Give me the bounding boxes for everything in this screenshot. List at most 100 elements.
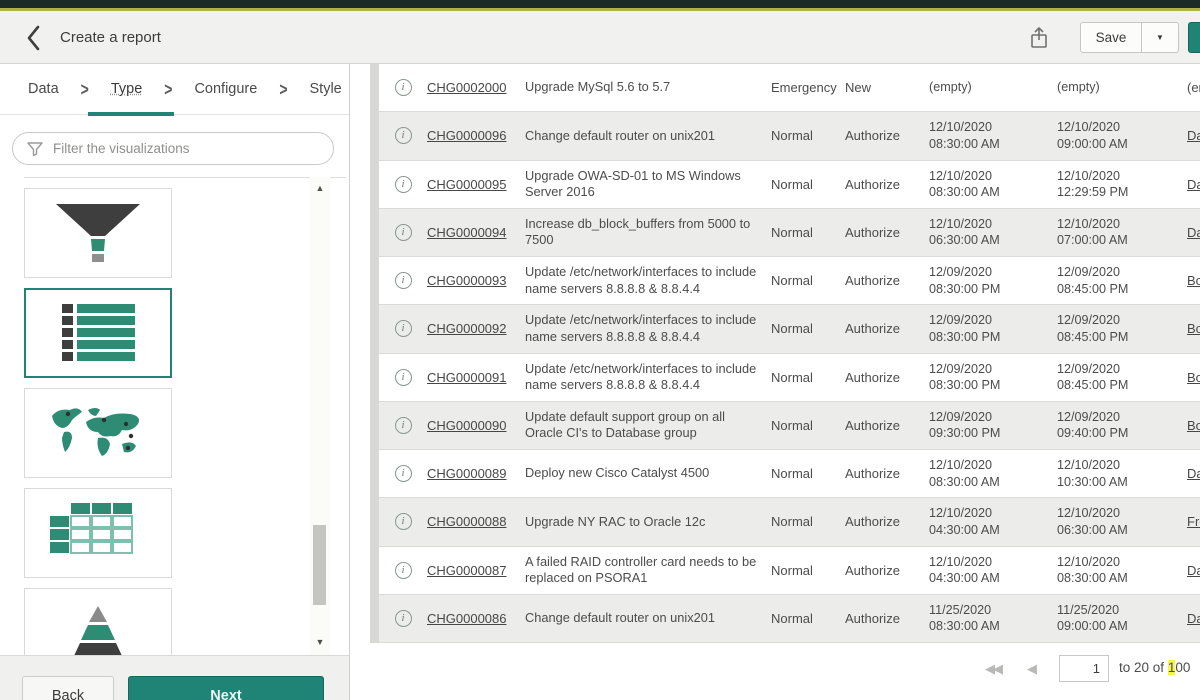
change-number-link[interactable]: CHG0000089: [427, 466, 525, 481]
info-icon[interactable]: i: [395, 320, 412, 337]
start-date-cell: 12/10/2020 08:30:00 AM: [929, 119, 1057, 152]
info-icon[interactable]: i: [395, 176, 412, 193]
viz-thumbnail-table[interactable]: [24, 488, 172, 578]
short-description-cell: Deploy new Cisco Catalyst 4500: [525, 465, 771, 482]
short-description-cell: Update /etc/network/interfaces to includ…: [525, 264, 771, 297]
row-info-cell: i: [379, 224, 427, 241]
create-report-window: Create a report Save ▼ Data > Type > Con…: [0, 0, 1200, 700]
info-icon[interactable]: i: [395, 224, 412, 241]
assigned-to-link[interactable]: Dav: [1187, 225, 1200, 240]
short-description-cell: Update /etc/network/interfaces to includ…: [525, 312, 771, 345]
info-icon[interactable]: i: [395, 417, 412, 434]
back-button[interactable]: Back: [22, 676, 114, 700]
info-icon[interactable]: i: [395, 610, 412, 627]
start-date-cell: 12/10/2020 04:30:00 AM: [929, 554, 1057, 587]
report-preview-area: i CHG0002000 Upgrade MySql 5.6 to 5.7 Em…: [351, 64, 1200, 700]
table-row: i CHG0000092 Update /etc/network/interfa…: [379, 305, 1200, 353]
row-info-cell: i: [379, 369, 427, 386]
short-description-cell: Upgrade NY RAC to Oracle 12c: [525, 514, 771, 531]
share-button[interactable]: [1026, 24, 1052, 52]
table-row: i CHG0000090 Update default support grou…: [379, 402, 1200, 450]
pagination-bar: ◀◀ ◀ to 20 of 100: [351, 643, 1200, 700]
breadcrumb-chevron-icon: >: [279, 78, 287, 100]
assigned-to-link[interactable]: Dav: [1187, 611, 1200, 626]
assigned-to-link[interactable]: Dav: [1187, 563, 1200, 578]
gallery-scrollbar-thumb[interactable]: [313, 525, 326, 605]
back-chevron-button[interactable]: [20, 24, 46, 52]
previous-page-icon[interactable]: ◀: [1027, 661, 1037, 677]
change-number-link[interactable]: CHG0000087: [427, 563, 525, 578]
change-number-link[interactable]: CHG0002000: [427, 80, 525, 95]
scroll-down-arrow-icon[interactable]: ▼: [310, 633, 330, 651]
assigned-to-link[interactable]: Bow: [1187, 321, 1200, 336]
change-number-link[interactable]: CHG0000088: [427, 514, 525, 529]
type-cell: Emergency: [771, 80, 845, 95]
visualization-list: [24, 188, 172, 688]
viz-thumbnail-list[interactable]: [24, 288, 172, 378]
short-description-cell: Update default support group on all Orac…: [525, 409, 771, 442]
assigned-to-link[interactable]: Dav: [1187, 128, 1200, 143]
info-icon[interactable]: i: [395, 369, 412, 386]
row-info-cell: i: [379, 127, 427, 144]
breadcrumb-step-data[interactable]: Data: [28, 81, 59, 97]
end-date-cell: 12/09/2020 09:40:00 PM: [1057, 409, 1187, 442]
info-icon[interactable]: i: [395, 562, 412, 579]
change-number-link[interactable]: CHG0000091: [427, 370, 525, 385]
type-cell: Normal: [771, 273, 845, 288]
assigned-to-link[interactable]: Dav: [1187, 177, 1200, 192]
change-number-link[interactable]: CHG0000093: [427, 273, 525, 288]
gallery-scrollbar[interactable]: ▲ ▼: [310, 177, 330, 655]
state-cell: Authorize: [845, 418, 929, 433]
breadcrumb-step-type[interactable]: Type: [111, 81, 142, 97]
assigned-to-link[interactable]: Fre: [1187, 514, 1200, 529]
assigned-to-link[interactable]: (em: [1187, 80, 1200, 95]
row-info-cell: i: [379, 562, 427, 579]
type-cell: Normal: [771, 418, 845, 433]
filter-visualizations-input[interactable]: [12, 132, 334, 165]
save-button[interactable]: Save: [1080, 22, 1142, 53]
change-number-link[interactable]: CHG0000096: [427, 128, 525, 143]
short-description-cell: Update /etc/network/interfaces to includ…: [525, 361, 771, 394]
table-row: i CHG0000091 Update /etc/network/interfa…: [379, 354, 1200, 402]
change-number-link[interactable]: CHG0000092: [427, 321, 525, 336]
info-icon[interactable]: i: [395, 465, 412, 482]
table-vertical-scrollbar[interactable]: [370, 64, 379, 643]
assigned-to-link[interactable]: Dav: [1187, 466, 1200, 481]
breadcrumb-step-style[interactable]: Style: [310, 81, 342, 97]
short-description-cell: Upgrade OWA-SD-01 to MS Windows Server 2…: [525, 168, 771, 201]
row-info-cell: i: [379, 320, 427, 337]
change-number-link[interactable]: CHG0000090: [427, 418, 525, 433]
viz-thumbnail-world-map[interactable]: [24, 388, 172, 478]
state-cell: Authorize: [845, 225, 929, 240]
type-cell: Normal: [771, 225, 845, 240]
page-number-input[interactable]: [1059, 655, 1109, 682]
save-dropdown-button[interactable]: ▼: [1142, 22, 1179, 53]
change-number-link[interactable]: CHG0000095: [427, 177, 525, 192]
assigned-to-link[interactable]: Bow: [1187, 370, 1200, 385]
row-info-cell: i: [379, 79, 427, 96]
assigned-to-link[interactable]: Bow: [1187, 273, 1200, 288]
table-row: i CHG0000087 A failed RAID controller ca…: [379, 547, 1200, 595]
row-info-cell: i: [379, 465, 427, 482]
next-button[interactable]: Next: [128, 676, 324, 700]
first-page-icon[interactable]: ◀◀: [985, 661, 1001, 677]
info-icon[interactable]: i: [395, 272, 412, 289]
start-date-cell: 12/09/2020 08:30:00 PM: [929, 361, 1057, 394]
viz-thumbnail-funnel[interactable]: [24, 188, 172, 278]
change-number-link[interactable]: CHG0000094: [427, 225, 525, 240]
info-icon[interactable]: i: [395, 79, 412, 96]
edge-partial-button[interactable]: [1188, 22, 1200, 53]
info-icon[interactable]: i: [395, 127, 412, 144]
change-number-link[interactable]: CHG0000086: [427, 611, 525, 626]
end-date-cell: 11/25/2020 09:00:00 AM: [1057, 602, 1187, 635]
assigned-to-link[interactable]: Bow: [1187, 418, 1200, 433]
type-cell: Normal: [771, 514, 845, 529]
short-description-cell: Change default router on unix201: [525, 610, 771, 627]
info-icon[interactable]: i: [395, 513, 412, 530]
state-cell: Authorize: [845, 514, 929, 529]
breadcrumb-step-configure[interactable]: Configure: [194, 81, 257, 97]
start-date-cell: 12/09/2020 08:30:00 PM: [929, 312, 1057, 345]
type-cell: Normal: [771, 611, 845, 626]
scroll-up-arrow-icon[interactable]: ▲: [310, 179, 330, 197]
start-date-cell: (empty): [929, 79, 1057, 96]
